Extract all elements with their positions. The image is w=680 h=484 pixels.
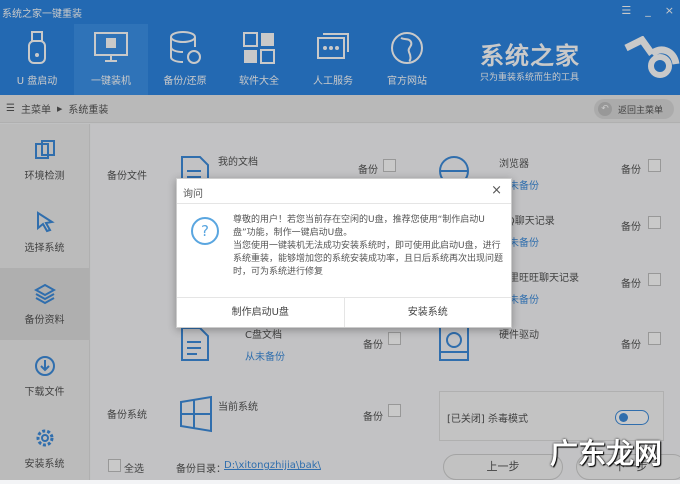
install-system-button[interactable]: 安装系统 <box>343 298 512 327</box>
make-boot-usb-button[interactable]: 制作启动U盘 <box>177 298 344 327</box>
close-icon[interactable]: × <box>491 183 502 198</box>
dialog-message: 尊敬的用户！若您当前存在空闲的U盘，推荐您使用“制作启动U盘”功能，制作一键启动… <box>233 214 503 279</box>
confirm-dialog: 询问 × ? 尊敬的用户！若您当前存在空闲的U盘，推荐您使用“制作启动U盘”功能… <box>176 178 512 328</box>
watermark: 广东龙网 <box>549 437 662 470</box>
dialog-line: 尊敬的用户！若您当前存在空闲的U盘，推荐您使用“制作启动U盘”功能，制作一键启动… <box>233 215 485 238</box>
dialog-title: 询问 <box>177 179 511 204</box>
question-icon: ? <box>191 217 219 245</box>
dialog-line: 当您使用一键装机无法成功安装系统时，即可使用此启动U盘，进行系统重装，能够增加您… <box>233 241 504 277</box>
